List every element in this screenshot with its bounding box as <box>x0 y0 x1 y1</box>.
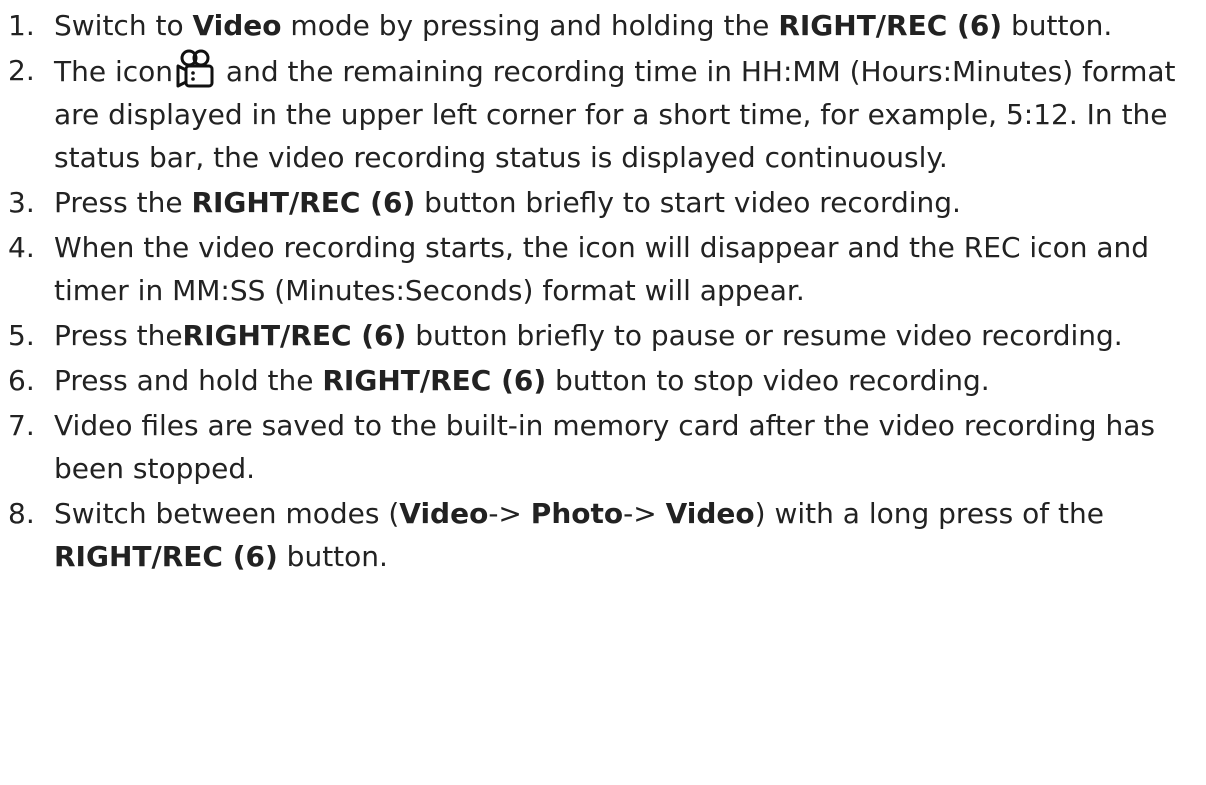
instruction-list: 1. Switch to Video mode by pressing and … <box>0 0 1206 578</box>
step-text: Press and hold the <box>54 364 323 397</box>
step-text: Press the <box>54 319 183 352</box>
step-number: 6. <box>8 364 35 397</box>
step-number: 2. <box>8 54 35 87</box>
step-number: 7. <box>8 409 35 442</box>
button-name: RIGHT/REC (6) <box>778 9 1003 42</box>
step-text: button to stop video recording. <box>546 364 990 397</box>
list-item: 3. Press the RIGHT/REC (6) button briefl… <box>0 181 1206 224</box>
list-item: 4. When the video recording starts, the … <box>0 226 1206 312</box>
list-item: 2. The icon and the remaining recording … <box>0 49 1206 179</box>
step-text: button briefly to pause or resume video … <box>406 319 1123 352</box>
step-text: -> <box>623 497 666 530</box>
step-text: When the video recording starts, the ico… <box>54 231 1150 307</box>
list-item: 8. Switch between modes (Video-> Photo->… <box>0 492 1206 578</box>
step-text: Video files are saved to the built-in me… <box>54 409 1155 485</box>
list-item: 7. Video files are saved to the built-in… <box>0 404 1206 490</box>
button-name: RIGHT/REC (6) <box>191 186 416 219</box>
step-text: Switch to <box>54 9 193 42</box>
video-camera-icon <box>175 49 215 89</box>
list-item: 1. Switch to Video mode by pressing and … <box>0 4 1206 47</box>
step-number: 1. <box>8 9 35 42</box>
button-name: RIGHT/REC (6) <box>322 364 547 397</box>
step-number: 5. <box>8 319 35 352</box>
mode-name: Video <box>399 497 489 530</box>
step-text: The icon <box>54 55 174 88</box>
step-text: button briefly to start video recording. <box>415 186 961 219</box>
mode-name: Video <box>665 497 755 530</box>
step-text: button. <box>1002 9 1113 42</box>
step-text: -> <box>488 497 531 530</box>
step-text: Press the <box>54 186 192 219</box>
step-number: 3. <box>8 186 35 219</box>
step-number: 8. <box>8 497 35 530</box>
button-name: RIGHT/REC (6) <box>182 319 407 352</box>
step-number: 4. <box>8 231 35 264</box>
button-name: RIGHT/REC (6) <box>54 540 278 573</box>
mode-name: Video <box>192 9 282 42</box>
step-text: mode by pressing and holding the <box>281 9 779 42</box>
list-item: 5. Press theRIGHT/REC (6) button briefly… <box>0 314 1206 357</box>
step-text: and the remaining recording time in HH:M… <box>54 55 1176 174</box>
step-text: button. <box>277 540 388 573</box>
step-text: ) with a long press of the <box>754 497 1104 530</box>
mode-name: Photo <box>530 497 624 530</box>
list-item: 6. Press and hold the RIGHT/REC (6) butt… <box>0 359 1206 402</box>
step-text: Switch between modes ( <box>54 497 400 530</box>
